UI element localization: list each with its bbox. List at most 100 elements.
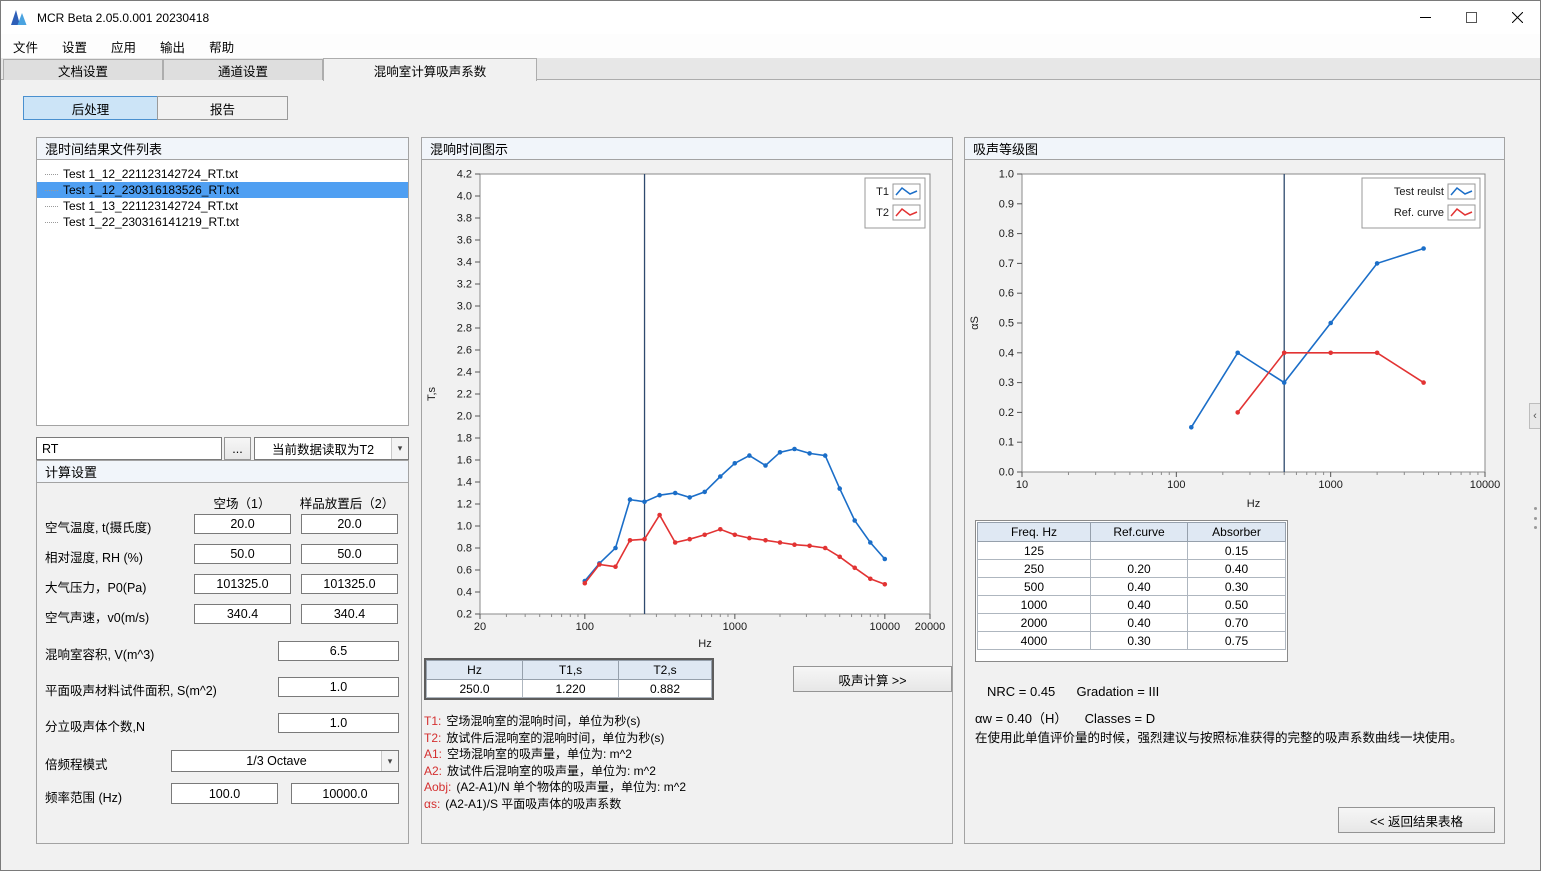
svg-text:T1: T1 — [876, 186, 889, 198]
usage-advice: 在使用此单值评价量的时候，强烈建议与按照标准获得的完整的吸声系数曲线一块使用。 — [975, 727, 1463, 746]
tab-channel-settings[interactable]: 通道设置 — [163, 59, 323, 80]
pressure-field-2[interactable] — [301, 574, 398, 594]
splitter-grip[interactable] — [1533, 501, 1538, 535]
svg-text:0.1: 0.1 — [999, 437, 1014, 449]
column-header-with-sample: 样品放置后（2） — [287, 493, 407, 512]
svg-text:0.2: 0.2 — [999, 407, 1014, 419]
pressure-field-1[interactable] — [194, 574, 291, 594]
cell-ref: 0.40 — [1091, 578, 1188, 596]
tab-reverb-absorption[interactable]: 混响室计算吸声系数 — [323, 58, 537, 81]
legend-notes: T1:空场混响室的混响时间，单位为秒(s) T2:放试件后混响室的混响时间，单位… — [424, 712, 686, 811]
svg-text:0.5: 0.5 — [999, 318, 1014, 330]
close-icon — [1512, 12, 1523, 23]
menu-settings[interactable]: 设置 — [50, 34, 99, 58]
back-to-results-button[interactable]: << 返回结果表格 — [1338, 807, 1495, 833]
svg-text:1.4: 1.4 — [457, 477, 472, 489]
collapse-panel-button[interactable]: ‹ — [1529, 403, 1541, 429]
octave-mode-combo[interactable]: 1/3 Octave ▾ — [171, 750, 399, 772]
subtab-report[interactable]: 报告 — [157, 96, 288, 120]
maximize-icon — [1466, 12, 1477, 23]
file-list-panel: 混时间结果文件列表 Test 1_12_221123142724_RT.txt … — [36, 137, 409, 426]
absorption-calc-button[interactable]: 吸声计算 >> — [793, 666, 952, 692]
rating-chart[interactable]: 101001000100000.00.10.20.30.40.50.60.70.… — [965, 160, 1504, 510]
svg-text:0.8: 0.8 — [457, 543, 472, 555]
svg-text:3.4: 3.4 — [457, 257, 472, 269]
rating-header-absorber: Absorber — [1188, 523, 1286, 542]
legend-note-a1: A1:空场混响室的吸声量，单位为: m^2 — [424, 745, 686, 762]
close-button[interactable] — [1494, 1, 1540, 34]
rating-panel: 吸声等级图 101001000100000.00.10.20.30.40.50.… — [964, 137, 1505, 844]
aw-summary: αw = 0.40（H） Classes = D — [975, 708, 1155, 727]
maximize-button[interactable] — [1448, 1, 1494, 34]
svg-text:3.8: 3.8 — [457, 213, 472, 225]
absorber-count-field[interactable] — [278, 713, 399, 733]
rt-readout-table: Hz T1,s T2,s 250.0 1.220 0.882 — [424, 658, 714, 700]
table-row: 1000 0.40 0.50 — [978, 596, 1286, 614]
rating-header-freq: Freq. Hz — [978, 523, 1091, 542]
file-list-item[interactable]: Test 1_13_221123142724_RT.txt — [37, 198, 408, 214]
app-logo-icon — [10, 9, 28, 27]
svg-text:2.6: 2.6 — [457, 345, 472, 357]
nrc-value: NRC = 0.45 — [987, 684, 1055, 699]
file-list-item[interactable]: Test 1_22_230316141219_RT.txt — [37, 214, 408, 230]
menu-help[interactable]: 帮助 — [197, 34, 246, 58]
file-list-item[interactable]: Test 1_12_221123142724_RT.txt — [37, 166, 408, 182]
cell-absorber: 0.70 — [1188, 614, 1286, 632]
app-window: MCR Beta 2.05.0.001 20230418 文件 设置 应用 输出… — [0, 0, 1541, 871]
menu-output[interactable]: 输出 — [148, 34, 197, 58]
cell-absorber: 0.40 — [1188, 560, 1286, 578]
aw-value: αw = 0.40（H） — [975, 711, 1067, 726]
octave-mode-label: 倍频程模式 — [45, 754, 108, 773]
svg-text:4.0: 4.0 — [457, 191, 472, 203]
table-row: 125 0.15 — [978, 542, 1286, 560]
browse-button[interactable]: ... — [224, 437, 251, 460]
calc-settings-title: 计算设置 — [45, 462, 97, 481]
menu-application[interactable]: 应用 — [99, 34, 148, 58]
svg-text:10000: 10000 — [1470, 479, 1501, 491]
cell-freq: 1000 — [978, 596, 1091, 614]
readout-hz-value: 250.0 — [427, 680, 523, 698]
subtab-postprocess[interactable]: 后处理 — [23, 96, 158, 120]
gradation-value: Gradation = III — [1077, 684, 1160, 699]
svg-text:3.6: 3.6 — [457, 235, 472, 247]
legend-note-a2: A2:放试件后混响室的吸声量，单位为: m^2 — [424, 762, 686, 779]
svg-text:100: 100 — [576, 621, 594, 633]
svg-text:100: 100 — [1167, 479, 1185, 491]
svg-text:10000: 10000 — [870, 621, 901, 633]
sample-area-field[interactable] — [278, 677, 399, 697]
data-read-combo-value: 当前数据读取为T2 — [255, 439, 391, 458]
tab-document-settings[interactable]: 文档设置 — [3, 59, 163, 80]
svg-text:T2: T2 — [876, 207, 889, 219]
minimize-button[interactable] — [1402, 1, 1448, 34]
temperature-field-1[interactable] — [194, 514, 291, 534]
sound-speed-field-2[interactable] — [301, 604, 398, 624]
rt-chart[interactable]: 20100100010000200000.20.40.60.81.01.21.4… — [422, 160, 952, 650]
octave-mode-value: 1/3 Octave — [172, 754, 381, 768]
cell-ref: 0.40 — [1091, 596, 1188, 614]
humidity-field-2[interactable] — [301, 544, 398, 564]
svg-text:1000: 1000 — [1318, 479, 1342, 491]
svg-text:1.2: 1.2 — [457, 499, 472, 511]
freq-max-field[interactable] — [291, 783, 399, 804]
pressure-label: 大气压力，P0(Pa) — [45, 577, 146, 596]
collapse-arrow-icon: ‹ — [1533, 410, 1537, 422]
svg-text:Hz: Hz — [698, 638, 711, 650]
cell-freq: 4000 — [978, 632, 1091, 650]
freq-min-field[interactable] — [171, 783, 278, 804]
data-read-combo[interactable]: 当前数据读取为T2 ▾ — [254, 437, 409, 460]
legend-note-as: αs:(A2-A1)/S 平面吸声体的吸声系数 — [424, 795, 686, 812]
humidity-field-1[interactable] — [194, 544, 291, 564]
rt-name-input[interactable] — [36, 437, 222, 460]
temperature-field-2[interactable] — [301, 514, 398, 534]
menu-file[interactable]: 文件 — [1, 34, 50, 58]
room-volume-field[interactable] — [278, 641, 399, 661]
cell-ref — [1091, 542, 1188, 560]
cell-ref: 0.40 — [1091, 614, 1188, 632]
sound-speed-field-1[interactable] — [194, 604, 291, 624]
svg-text:4.2: 4.2 — [457, 169, 472, 181]
rating-table: Freq. Hz Ref.curve Absorber 125 0.15 250… — [975, 520, 1288, 662]
table-row: 250 0.20 0.40 — [978, 560, 1286, 578]
file-list-item-selected[interactable]: Test 1_12_230316183526_RT.txt — [37, 182, 408, 198]
cell-freq: 2000 — [978, 614, 1091, 632]
cell-ref: 0.30 — [1091, 632, 1188, 650]
